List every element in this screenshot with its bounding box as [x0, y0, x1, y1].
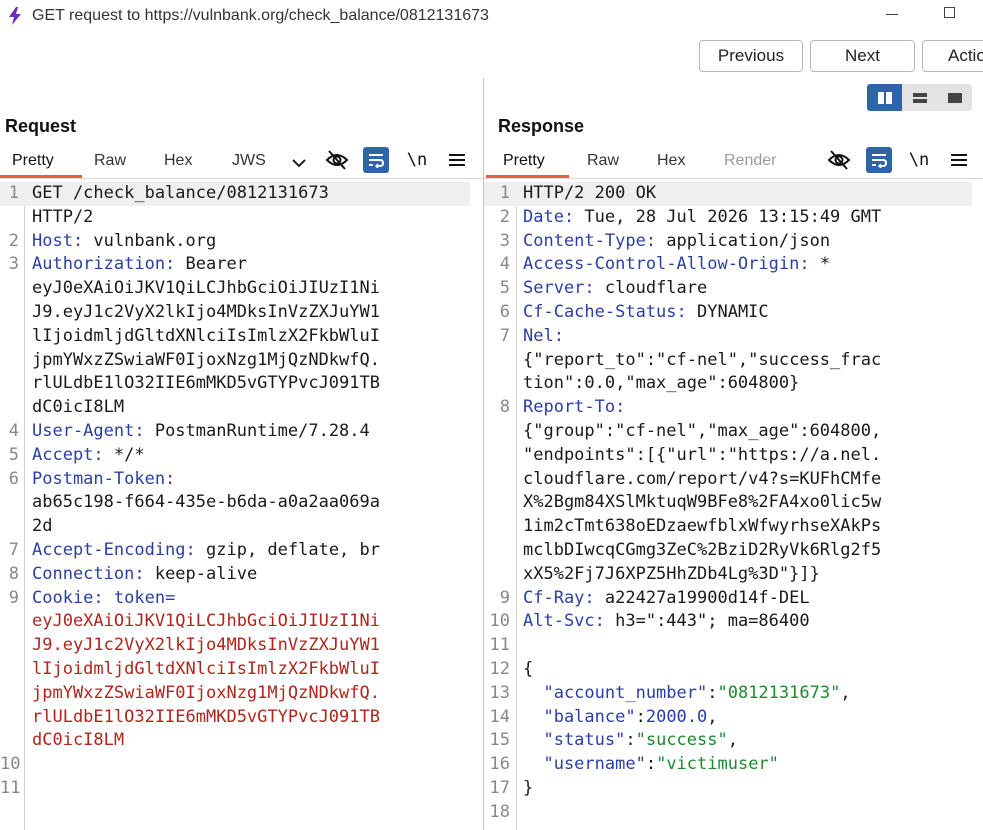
- request-tabs-separator: [0, 178, 483, 179]
- request-tab-pretty[interactable]: Pretty: [12, 152, 54, 170]
- code-line: {"report_to":"cf-nel","success_frac: [523, 349, 882, 370]
- split-horizontal-layout-icon[interactable]: [902, 84, 937, 111]
- code-line: "endpoints":[{"url":"https://a.nel.: [523, 444, 882, 465]
- code-line: rlULdbE1lO32IIE6mMKD5vGTYPvcJ091TB: [32, 373, 380, 394]
- code-line: {"group":"cf-nel","max_age":604800,: [523, 420, 882, 441]
- code-line: eyJ0eXAiOiJKV1QiLCJhbGciOiJIUzI1Ni: [32, 278, 380, 299]
- code-line: lIjoidmljdGltdXNlciIsImlzX2FkbWluI: [32, 325, 380, 346]
- code-line: 12{: [489, 658, 534, 679]
- layout-toggle: [867, 84, 973, 111]
- code-line: X%2Bgm84XSlMktuqW9BFe8%2FA4xo0lic5w: [523, 492, 882, 513]
- response-tab-pretty[interactable]: Pretty: [503, 152, 545, 170]
- code-line: dC0icI8LM: [32, 730, 125, 751]
- code-line: 4 Access-Control-Allow-Origin: *: [499, 254, 831, 275]
- code-line: 6 Cf-Cache-Status: DYNAMIC: [499, 301, 769, 322]
- response-editor[interactable]: 1 HTTP/2 200 OK 2 Date: Tue, 28 Jul 2026 1…: [484, 182, 983, 825]
- newline-toggle[interactable]: \n: [906, 147, 932, 173]
- code-line: 5 Server: cloudflare: [499, 278, 708, 299]
- action-button[interactable]: Actio: [922, 40, 983, 72]
- window-title: GET request to https://vulnbank.org/chec…: [32, 7, 489, 24]
- minimize-icon[interactable]: [886, 14, 898, 15]
- response-tab-raw[interactable]: Raw: [587, 152, 619, 170]
- code-line: 13 "account_number":"0812131673",: [489, 682, 851, 703]
- response-tab-render[interactable]: Render: [724, 152, 776, 170]
- code-line: 7 Nel:: [499, 325, 564, 346]
- maximize-icon[interactable]: [944, 7, 955, 18]
- lightning-icon: [6, 7, 24, 25]
- previous-button[interactable]: Previous: [699, 40, 803, 72]
- code-line: cloudflare.com/report/v4?s=KUFhCMfe: [523, 468, 882, 489]
- code-line: tion":0.0,"max_age":604800}: [523, 373, 800, 394]
- chevron-down-icon[interactable]: [286, 150, 312, 176]
- code-line: 9 Cf-Ray: a22427a19900d14f-DEL: [499, 587, 810, 608]
- eye-off-icon[interactable]: [826, 147, 852, 173]
- code-line: 3 Authorization: Bearer: [8, 254, 247, 275]
- split-vertical-layout-icon[interactable]: [867, 84, 902, 111]
- eye-off-icon[interactable]: [324, 147, 350, 173]
- newline-toggle[interactable]: \n: [404, 147, 430, 173]
- code-line: HTTP/2: [32, 206, 94, 227]
- code-line: 5 Accept: */*: [8, 444, 145, 465]
- request-editor[interactable]: 1 GET /check_balance/0812131673 HTTP/2 2H…: [0, 182, 483, 801]
- code-line: 3 Content-Type: application/json: [499, 230, 831, 251]
- code-line: 4 User-Agent: PostmanRuntime/7.28.4: [8, 420, 370, 441]
- code-line: 8 Report-To:: [499, 397, 626, 418]
- word-wrap-icon[interactable]: [363, 147, 389, 173]
- code-line: rlULdbE1lO32IIE6mMKD5vGTYPvcJ091TB: [32, 706, 380, 727]
- request-tab-raw[interactable]: Raw: [94, 152, 126, 170]
- code-line: 11: [489, 635, 510, 656]
- response-tab-hex[interactable]: Hex: [657, 152, 685, 170]
- code-line: 1 HTTP/2 200 OK: [484, 182, 972, 206]
- code-line: eyJ0eXAiOiJKV1QiLCJhbGciOiJIUzI1Ni: [32, 611, 380, 632]
- code-line: lIjoidmljdGltdXNlciIsImlzX2FkbWluI: [32, 658, 380, 679]
- code-line: jpmYWxzZSwiaWF0IjoxNzg1MjQzNDkwfQ.: [32, 349, 380, 370]
- code-line: 7 Accept-Encoding: gzip, deflate, br: [8, 539, 380, 560]
- code-line: J9.eyJ1c2VyX2lkIjo4MDksInVzZXJuYW1: [32, 301, 380, 322]
- code-line: 9 Cookie: token=: [8, 587, 176, 608]
- code-line: 1im2cTmt638oEDzaewfblxWfwyrhseXAkPs: [523, 516, 882, 537]
- response-tabs-separator: [484, 178, 983, 179]
- code-line: 8 Connection: keep-alive: [8, 563, 258, 584]
- code-line: J9.eyJ1c2VyX2lkIjo4MDksInVzZXJuYW1: [32, 635, 380, 656]
- code-line: 10: [0, 754, 21, 775]
- code-line: xX5%2Fj7J6XPZ5HhZDb4Lg%3D"}]}: [523, 563, 820, 584]
- code-line: 6 Postman-Token:: [8, 468, 176, 489]
- code-line: 14 "balance":2000.0,: [489, 706, 718, 727]
- response-heading: Response: [498, 116, 585, 136]
- code-line: mclbDIwcqCGmg3ZeC%2BziD2RyVk6Rlg2f5: [523, 539, 882, 560]
- request-tab-jws[interactable]: JWS: [232, 152, 266, 170]
- code-line: 2 Host: vulnbank.org: [8, 230, 217, 251]
- code-line: 16 "username":"victimuser": [489, 754, 779, 775]
- code-line: 2 Date: Tue, 28 Jul 2026 13:15:49 GMT: [499, 206, 882, 227]
- request-heading: Request: [5, 116, 77, 136]
- code-line: 11: [0, 777, 21, 798]
- code-line: 1 GET /check_balance/0812131673: [0, 182, 470, 206]
- request-tab-hex[interactable]: Hex: [164, 152, 192, 170]
- menu-icon[interactable]: [444, 147, 470, 173]
- next-button[interactable]: Next: [810, 40, 915, 72]
- code-line: dC0icI8LM: [32, 397, 125, 418]
- code-line: 15 "status":"success",: [489, 730, 738, 751]
- code-line: ab65c198-f664-435e-b6da-a0a2aa069a: [32, 492, 380, 513]
- title-bar: GET request to https://vulnbank.org/chec…: [0, 0, 983, 32]
- word-wrap-icon[interactable]: [866, 147, 892, 173]
- menu-icon[interactable]: [946, 147, 972, 173]
- code-line: 2d: [32, 516, 53, 537]
- code-line: jpmYWxzZSwiaWF0IjoxNzg1MjQzNDkwfQ.: [32, 682, 380, 703]
- code-line: 10 Alt-Svc: h3=":443"; ma=86400: [489, 611, 810, 632]
- code-line: 18: [489, 801, 510, 822]
- code-line: 17}: [489, 777, 534, 798]
- single-pane-layout-icon[interactable]: [937, 84, 972, 111]
